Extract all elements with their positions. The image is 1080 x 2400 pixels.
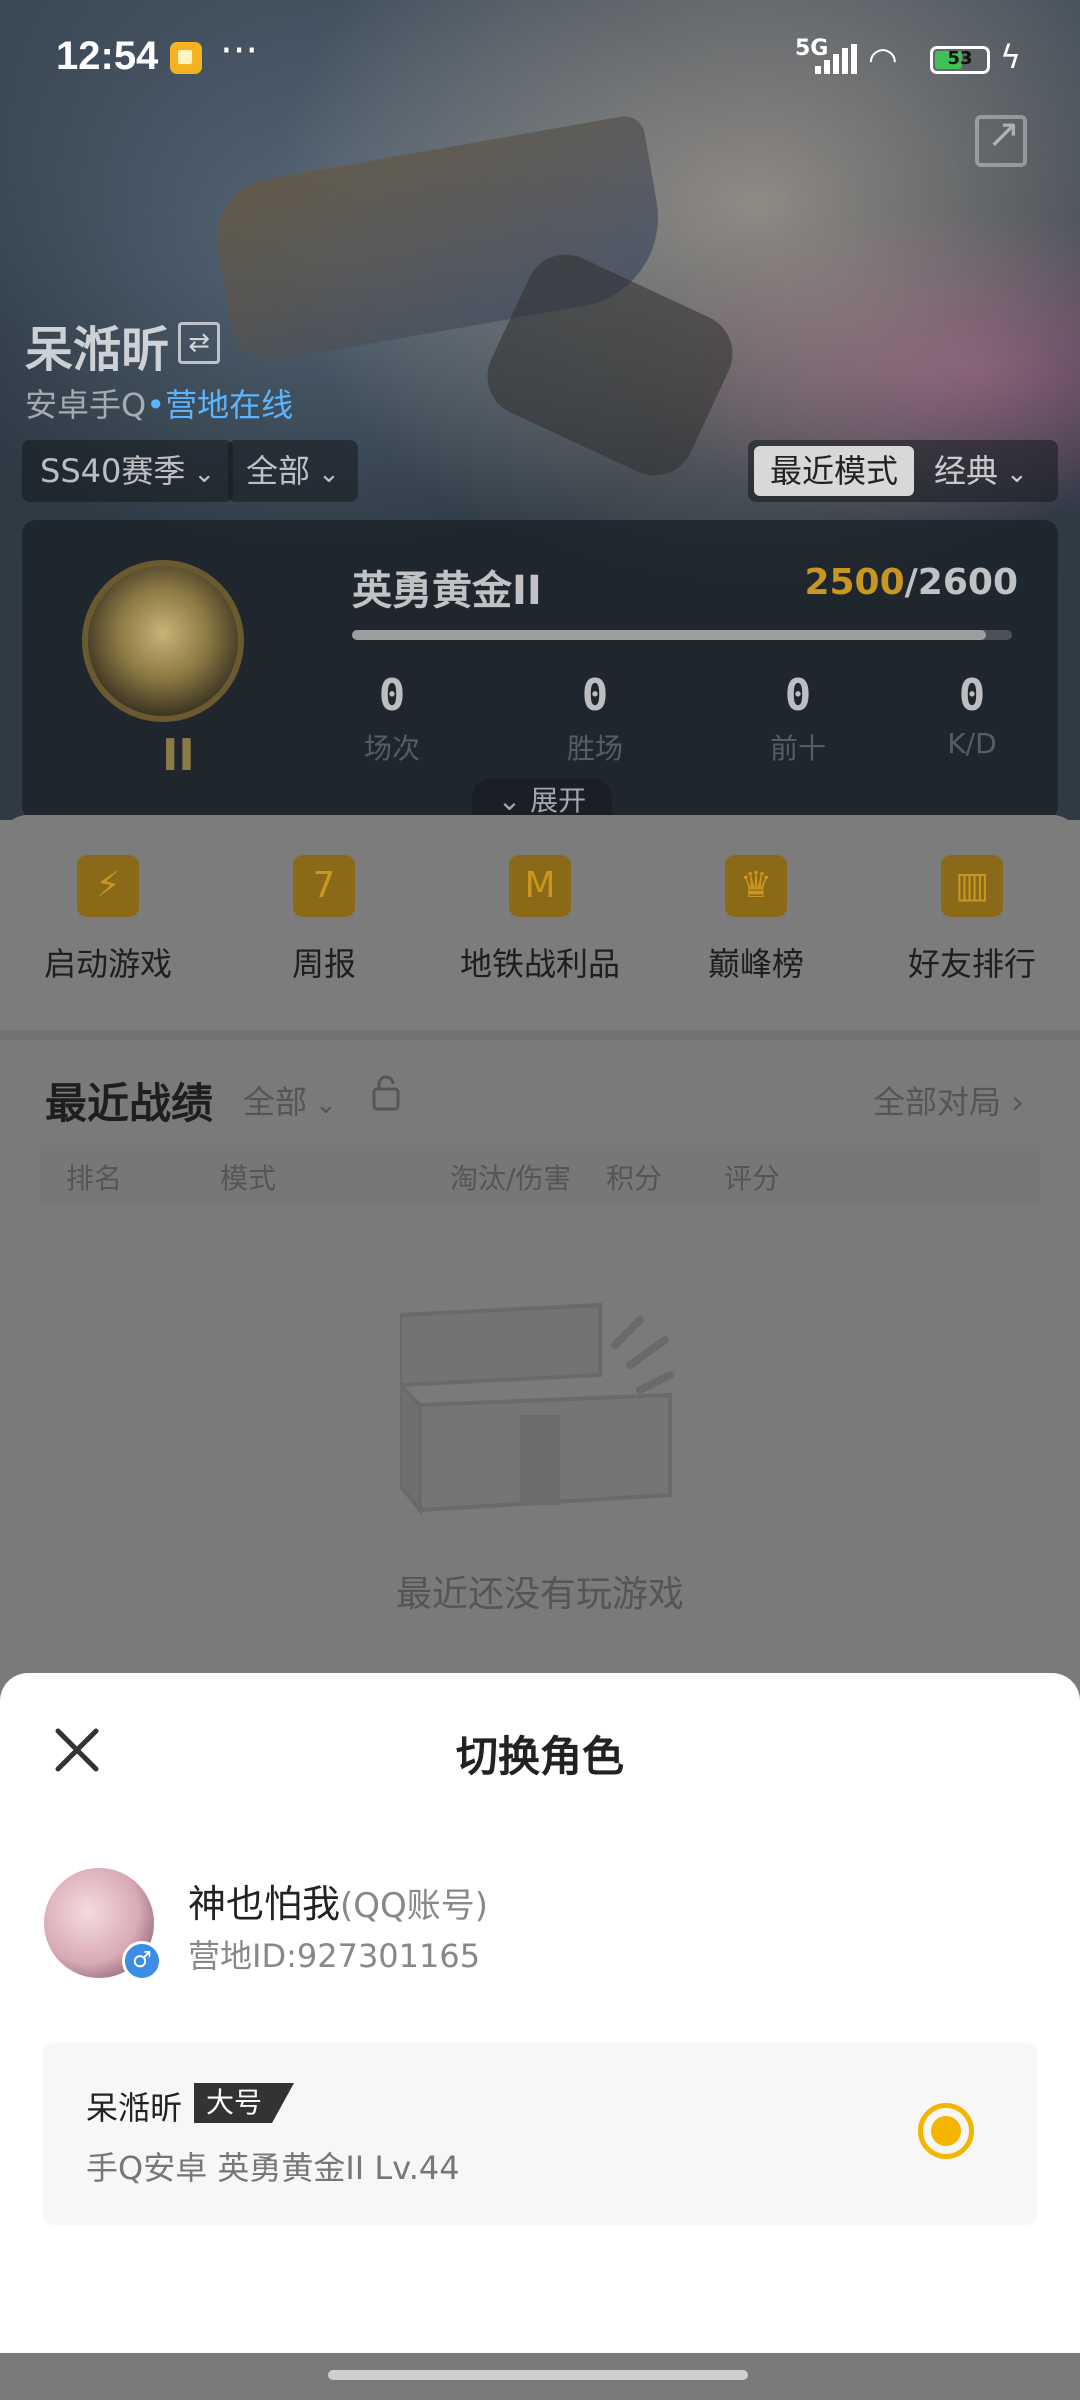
section-divider [0, 1030, 1080, 1040]
stat-wins: 0 胜场 [525, 670, 665, 767]
rank-card: II 英勇黄金II 2500/2600 0 场次 0 胜场 0 前十 0 K/D… [22, 520, 1058, 822]
quick-action-launch-game[interactable]: ⚡ 启动游戏 [0, 855, 216, 985]
account-line: 安卓手Q•营地在线 [25, 380, 293, 426]
column-header: 积分 [606, 1162, 663, 1195]
quick-action-friend-ranking[interactable]: ▥ 好友排行 [864, 855, 1080, 985]
column-header: 模式 [220, 1162, 277, 1195]
lock-icon[interactable] [372, 1075, 400, 1111]
rank-progress-fill [352, 630, 986, 640]
empty-chest-icon [400, 1302, 674, 1516]
recent-filter-label: 全部 [243, 1083, 308, 1121]
mode-toggle: 最近模式 经典 ⌄ [748, 440, 1058, 502]
scope-dropdown[interactable]: 全部 ⌄ [228, 440, 358, 502]
wifi-icon: ◠ [868, 40, 898, 80]
chevron-down-icon: ⌄ [318, 459, 340, 489]
column-header: 淘汰/伤害 [450, 1162, 572, 1195]
role-info: 手Q安卓 英勇黄金II Lv.44 [86, 2149, 460, 2187]
stat-label: K/D [947, 727, 997, 760]
battery-percent: 53 [947, 48, 973, 69]
stat-kd: 0 K/D [902, 670, 1042, 760]
switch-role-sheet: 切换角色 ♂ 神也怕我(QQ账号) 营地ID:927301165 呆湉昕 大号 … [0, 1673, 1080, 2353]
rank-title: 英勇黄金II [352, 568, 542, 614]
stat-value: 0 [958, 670, 986, 721]
player-name: 呆湉昕 [25, 322, 170, 378]
more-notifications-icon: ··· [220, 28, 259, 74]
share-icon[interactable] [975, 111, 1027, 167]
camp-id: 营地ID:927301165 [188, 1937, 481, 1975]
stat-top-ten: 0 前十 [728, 670, 868, 767]
male-gender-icon: ♂ [122, 1941, 162, 1981]
platform-label: 安卓手Q [25, 386, 147, 424]
chevron-down-icon: ⌄ [193, 459, 216, 489]
quick-action-label: 启动游戏 [43, 945, 172, 983]
stat-label: 前十 [769, 732, 826, 765]
trophy-shield-icon: ♛ [725, 855, 787, 917]
expand-label: 展开 [530, 784, 587, 817]
quick-action-label: 好友排行 [907, 945, 1036, 983]
stat-value: 0 [378, 670, 406, 721]
charging-icon: ϟ [1000, 38, 1022, 76]
sheet-title: 切换角色 [455, 1732, 624, 1781]
mode-classic-label: 经典 [934, 452, 999, 490]
role-name: 呆湉昕 [86, 2089, 183, 2127]
quick-action-metro-loot[interactable]: M 地铁战利品 [432, 855, 648, 985]
status-time: 12:54 [56, 34, 159, 78]
all-matches-label: 全部对局 [873, 1083, 1002, 1121]
chevron-right-icon: › [1011, 1083, 1024, 1121]
mode-recent-tab[interactable]: 最近模式 [754, 446, 914, 496]
stat-value: 0 [581, 670, 609, 721]
stat-label: 场次 [363, 732, 420, 765]
stat-matches: 0 场次 [322, 670, 462, 767]
recent-records-title: 最近战绩 [45, 1079, 214, 1128]
switch-role-icon[interactable]: ⇄ [178, 322, 220, 364]
mode-classic-dropdown[interactable]: 经典 ⌄ [934, 440, 1028, 502]
separator-dot: • [146, 386, 166, 424]
quick-action-label: 周报 [291, 945, 356, 983]
chevron-down-icon: ⌄ [1006, 459, 1028, 489]
quick-action-peak-board[interactable]: ♛ 巅峰榜 [648, 855, 864, 985]
online-status: 营地在线 [165, 386, 294, 424]
role-option[interactable]: 呆湉昕 大号 手Q安卓 英勇黄金II Lv.44 [42, 2043, 1038, 2225]
rank-tier-numeral: II [162, 730, 195, 781]
rank-emblem-icon [82, 560, 244, 722]
main-account-badge: 大号 [194, 2083, 294, 2123]
hero-banner: 12:54 ··· 5G ◠ 53 ϟ 呆湉昕 ⇄ 安卓手Q•营地在线 [0, 0, 1080, 822]
stat-value: 0 [784, 670, 812, 721]
page: 12:54 ··· 5G ◠ 53 ϟ 呆湉昕 ⇄ 安卓手Q•营地在线 [0, 0, 1080, 2400]
column-header: 排名 [66, 1162, 123, 1195]
stat-label: 胜场 [566, 732, 623, 765]
rank-score-current: 2500 [804, 562, 905, 603]
quick-action-label: 地铁战利品 [459, 945, 620, 983]
records-table-header: 排名 模式 淘汰/伤害 积分 评分 [40, 1145, 1040, 1205]
account-name: 神也怕我(QQ账号) [188, 1873, 488, 1928]
quick-action-weekly-report[interactable]: 7 周报 [216, 855, 432, 985]
home-indicator[interactable] [328, 2370, 748, 2380]
quick-action-label: 巅峰榜 [707, 945, 804, 983]
recent-filter-dropdown[interactable]: 全部 ⌄ [243, 1077, 337, 1123]
battery-icon: 53 [930, 46, 990, 74]
metro-badge-icon: M [509, 855, 571, 917]
selected-radio[interactable] [918, 2103, 974, 2159]
season-label: SS40赛季 [40, 452, 186, 490]
lightning-icon: ⚡ [77, 855, 139, 917]
status-bar: 12:54 ··· 5G ◠ 53 ϟ [0, 0, 1080, 110]
quick-actions: ⚡ 启动游戏 7 周报 M 地铁战利品 ♛ 巅峰榜 ▥ 好友排行 [0, 815, 1080, 1030]
account-nickname: 神也怕我 [188, 1882, 341, 1926]
rank-score-total: /2600 [904, 562, 1018, 603]
chevron-down-icon: ⌄ [497, 784, 522, 817]
calendar-icon: 7 [293, 855, 355, 917]
scope-label: 全部 [246, 452, 311, 490]
chevron-down-icon: ⌄ [315, 1090, 337, 1120]
account-type: (QQ账号) [340, 1886, 489, 1926]
podium-icon: ▥ [941, 855, 1003, 917]
rank-progress-bar [352, 630, 1012, 640]
season-dropdown[interactable]: SS40赛季 ⌄ [22, 440, 234, 502]
signal-icon [815, 44, 857, 74]
empty-state-text: 最近还没有玩游戏 [395, 1574, 684, 1615]
rank-score: 2500/2600 [804, 562, 1018, 603]
notification-app-icon [170, 42, 202, 74]
all-matches-link[interactable]: 全部对局 › [873, 1077, 1024, 1123]
column-header: 评分 [724, 1162, 781, 1195]
